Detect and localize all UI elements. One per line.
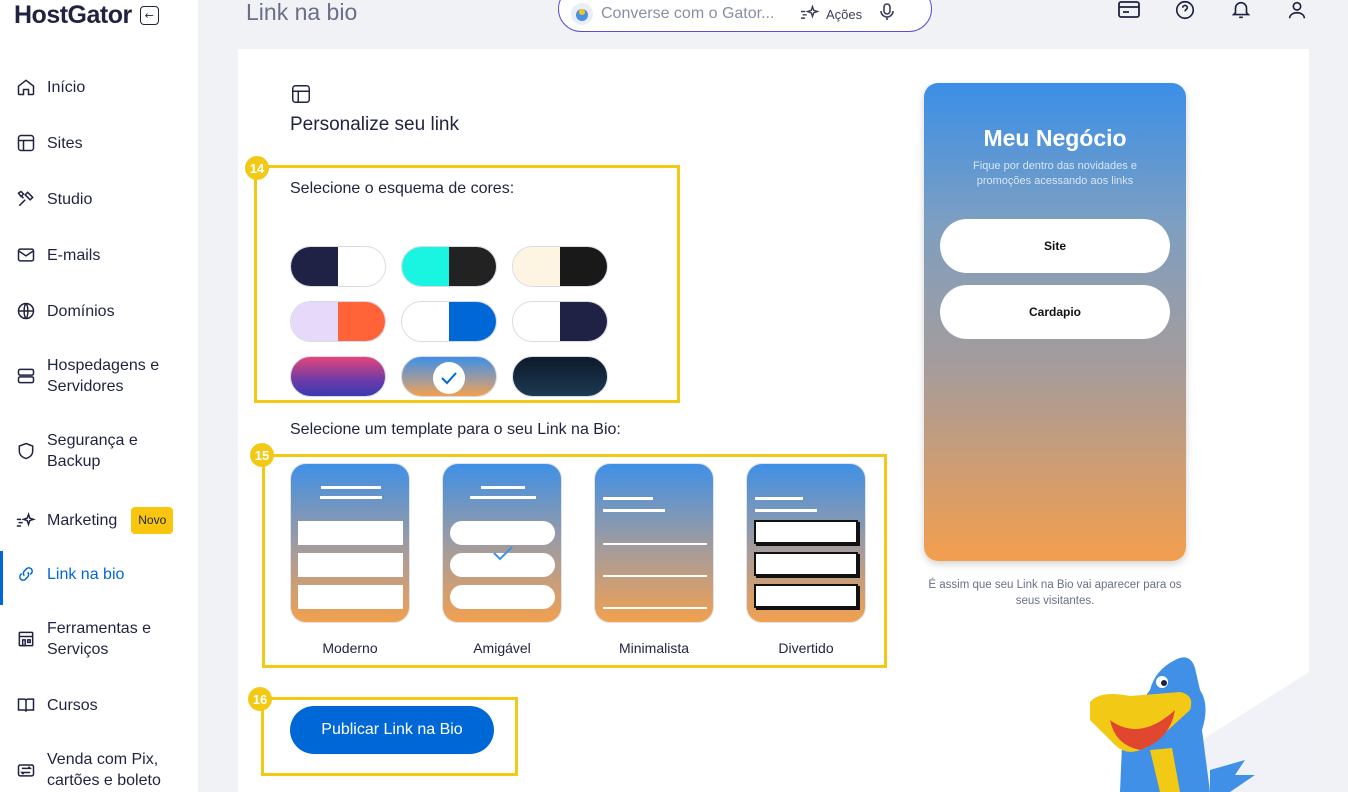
- section-title: Personalize seu link: [290, 114, 459, 135]
- sidebar-item-label: Sites: [47, 134, 83, 152]
- mail-icon: [15, 244, 37, 266]
- template-label: Selecione um template para o seu Link na…: [290, 421, 621, 438]
- actions-label: Ações: [826, 6, 863, 22]
- gator-mascot-icon: [1090, 657, 1309, 792]
- shield-icon: [15, 440, 37, 462]
- color-scheme-swatch[interactable]: [401, 301, 497, 342]
- credit-card-icon[interactable]: [1115, 0, 1143, 23]
- layout-icon: [15, 132, 37, 154]
- globe-icon: [15, 300, 37, 322]
- color-scheme-swatch[interactable]: [290, 246, 386, 287]
- preview-title: Meu Negócio: [983, 125, 1127, 151]
- user-icon[interactable]: [1283, 0, 1311, 23]
- logo-row: HostGator ←: [14, 0, 159, 30]
- template-card-amigavel[interactable]: [442, 463, 562, 623]
- template-name: Moderno: [322, 640, 378, 656]
- chat-input-box[interactable]: Converse com o Gator... Ações: [558, 0, 932, 32]
- preview-subtitle: Fique por dentro das novidades e promoçõ…: [973, 160, 1137, 187]
- color-scheme-swatch-selected[interactable]: [401, 356, 497, 397]
- sidebar-item-inicio[interactable]: Início: [0, 76, 198, 98]
- hostgator-logo[interactable]: HostGator: [14, 1, 132, 30]
- sidebar-item-label: Ferramentas e Serviços: [47, 620, 152, 658]
- step-marker-16: 16: [248, 687, 272, 711]
- template-name: Amigável: [473, 640, 531, 656]
- preview-caption: É assim que seu Link na Bio vai aparecer…: [928, 579, 1182, 607]
- tools-icon: [15, 188, 37, 210]
- page-title: Link na bio: [246, 0, 358, 25]
- link-in-bio-preview: Meu Negócio Fique por dentro das novidad…: [924, 83, 1186, 561]
- sidebar-item-link-na-bio[interactable]: Link na bio: [0, 551, 198, 605]
- arrow-left-icon[interactable]: ←: [139, 5, 159, 25]
- link-icon: [15, 563, 37, 585]
- sidebar-item-marketing[interactable]: Marketing Novo: [0, 507, 198, 534]
- actions-button[interactable]: Ações: [799, 5, 862, 23]
- sidebar-item-label: Marketing: [47, 512, 118, 529]
- step-marker-15: 15: [250, 443, 274, 467]
- home-icon: [15, 76, 37, 98]
- color-scheme-swatch[interactable]: [512, 356, 608, 397]
- sidebar-item-label: Hospedagens e Servidores: [47, 357, 160, 395]
- chat-input[interactable]: Converse com o Gator...: [601, 5, 791, 23]
- sidebar-item-studio[interactable]: Studio: [0, 188, 198, 210]
- new-badge: Novo: [131, 507, 174, 534]
- exchange-icon: [15, 759, 37, 781]
- color-scheme-swatch[interactable]: [512, 246, 608, 287]
- template-card-moderno[interactable]: [290, 463, 410, 623]
- sidebar-item-label: Cursos: [47, 696, 98, 714]
- sidebar-item-seguranca[interactable]: Segurança e Backup: [0, 430, 198, 472]
- publish-button[interactable]: Publicar Link na Bio: [290, 706, 494, 754]
- sidebar-item-hospedagens[interactable]: Hospedagens e Servidores: [0, 355, 198, 397]
- color-scheme-swatch[interactable]: [512, 301, 608, 342]
- sidebar-item-label: Início: [47, 78, 86, 96]
- step-marker-14: 14: [245, 156, 269, 180]
- template-card-minimalista[interactable]: [594, 463, 714, 623]
- gator-avatar-icon: [571, 3, 593, 25]
- help-icon[interactable]: [1171, 0, 1199, 23]
- sidebar-item-label: Segurança e Backup: [47, 432, 138, 470]
- server-icon: [15, 365, 37, 387]
- color-scheme-label: Selecione o esquema de cores:: [290, 180, 515, 197]
- check-icon: [493, 546, 513, 561]
- sparkle-icon: [15, 510, 37, 532]
- sidebar-item-emails[interactable]: E-mails: [0, 244, 198, 266]
- sidebar: HostGator ← Início Sites Studio E-mails …: [0, 0, 198, 792]
- sidebar-item-label: Venda com Pix, cartões e boleto: [47, 751, 161, 789]
- bell-icon[interactable]: [1227, 0, 1255, 23]
- microphone-icon[interactable]: [880, 2, 894, 26]
- template-card-divertido[interactable]: [746, 463, 866, 623]
- sidebar-item-venda[interactable]: Venda com Pix, cartões e boleto: [0, 749, 198, 791]
- color-scheme-swatch[interactable]: [290, 356, 386, 397]
- color-scheme-swatch[interactable]: [401, 246, 497, 287]
- sparkle-icon: [801, 5, 820, 19]
- template-name: Minimalista: [618, 640, 689, 656]
- color-scheme-swatch[interactable]: [290, 301, 386, 342]
- preview-link-site[interactable]: Site: [940, 219, 1170, 273]
- sidebar-item-dominios[interactable]: Domínios: [0, 300, 198, 322]
- template-name: Divertido: [778, 640, 834, 656]
- sidebar-item-sites[interactable]: Sites: [0, 132, 198, 154]
- store-icon: [15, 628, 37, 650]
- preview-link-cardapio[interactable]: Cardapio: [940, 285, 1170, 339]
- check-icon: [433, 362, 465, 394]
- layout-icon: [290, 83, 312, 109]
- sidebar-item-label: Domínios: [47, 302, 115, 320]
- sidebar-item-ferramentas[interactable]: Ferramentas e Serviços: [0, 618, 198, 660]
- sidebar-item-label: Studio: [47, 190, 93, 208]
- book-icon: [15, 694, 37, 716]
- sidebar-item-label: E-mails: [47, 246, 101, 264]
- sidebar-item-label: Link na bio: [47, 565, 125, 583]
- sidebar-item-cursos[interactable]: Cursos: [0, 694, 198, 716]
